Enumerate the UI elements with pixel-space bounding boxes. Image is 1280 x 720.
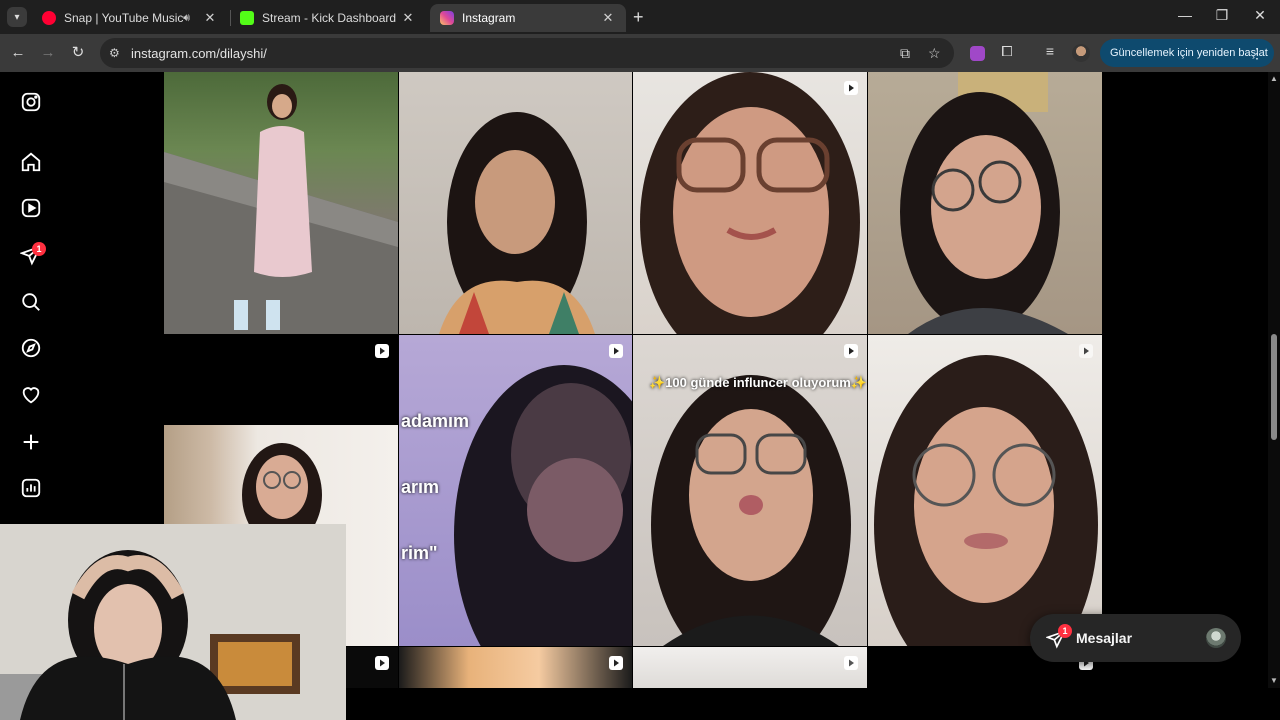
url-text[interactable]: instagram.com/dilayshi/ bbox=[131, 46, 267, 61]
reel-icon bbox=[844, 344, 858, 358]
profile-avatar[interactable] bbox=[1072, 44, 1090, 62]
site-info-icon[interactable]: ⚙ bbox=[109, 46, 120, 60]
tab-title: Stream - Kick Dashboard bbox=[262, 11, 397, 25]
reels-icon[interactable] bbox=[20, 197, 42, 219]
post-thumbnail bbox=[874, 355, 1098, 646]
browser-toolbar: ← → ↻ ⚙ instagram.com/dilayshi/ ⧉ ☆ ⧠ ≡ … bbox=[0, 34, 1280, 72]
tab-title: Snap | YouTube Music bbox=[64, 11, 184, 25]
scroll-up-arrow[interactable]: ▲ bbox=[1270, 74, 1278, 83]
kick-icon bbox=[240, 11, 254, 25]
tab-kick-dashboard[interactable]: Stream - Kick Dashboard ✕ bbox=[230, 4, 426, 32]
explore-icon[interactable] bbox=[20, 337, 42, 359]
tab-instagram[interactable]: Instagram ✕ bbox=[430, 4, 626, 32]
reel-icon bbox=[375, 656, 389, 670]
reel-icon bbox=[844, 656, 858, 670]
post-thumbnail bbox=[439, 112, 595, 334]
new-tab-button[interactable]: + bbox=[633, 8, 644, 26]
reload-button[interactable]: ↻ bbox=[68, 43, 88, 63]
create-icon[interactable] bbox=[20, 431, 42, 453]
post-caption: arım bbox=[401, 477, 440, 497]
bookmark-star-icon[interactable]: ☆ bbox=[928, 45, 941, 62]
post-reel-thinking[interactable] bbox=[868, 72, 1102, 334]
webcam-feed bbox=[0, 524, 346, 720]
search-icon[interactable] bbox=[20, 291, 42, 313]
more-menu-icon[interactable]: ⋮ bbox=[1250, 45, 1264, 62]
messages-label: Mesajlar bbox=[1076, 630, 1133, 646]
page-scrollbar[interactable]: ▲ ▼ bbox=[1268, 72, 1280, 688]
post-reel-influencer[interactable]: ✨100 günde influncer oluyorum✨ bbox=[633, 335, 867, 646]
tab-title: Instagram bbox=[462, 11, 516, 25]
post-caption: adamım bbox=[401, 411, 470, 431]
tab-youtube-music[interactable]: Snap | YouTube Music 🔊︎ ✕ bbox=[32, 4, 228, 32]
tab-bar: ▾ Snap | YouTube Music 🔊︎ ✕ Stream - Kic… bbox=[0, 0, 1280, 34]
home-icon[interactable] bbox=[20, 151, 42, 173]
close-window-button[interactable]: ✕ bbox=[1249, 7, 1271, 24]
address-bar[interactable]: ⚙ instagram.com/dilayshi/ ⧉ ☆ bbox=[100, 38, 954, 68]
scroll-down-arrow[interactable]: ▼ bbox=[1270, 676, 1278, 685]
reel-icon bbox=[375, 344, 389, 358]
post-reel-selfie[interactable] bbox=[633, 72, 867, 334]
post-reel-chimp-meme[interactable]: adamım arım rim" bbox=[399, 335, 632, 646]
notifications-icon[interactable] bbox=[20, 384, 42, 406]
install-app-icon[interactable]: ⧉ bbox=[900, 45, 910, 62]
close-tab-icon[interactable]: ✕ bbox=[600, 10, 616, 26]
bottom-bar bbox=[346, 688, 1280, 720]
restore-button[interactable]: ❐ bbox=[1211, 7, 1233, 24]
post-caption: ✨100 günde influncer oluyorum✨ bbox=[649, 375, 867, 390]
reel-icon bbox=[1079, 344, 1093, 358]
update-restart-button[interactable]: Güncellemek için yeniden başlat ⋮ bbox=[1100, 39, 1274, 67]
update-button-label: Güncellemek için yeniden başlat bbox=[1110, 47, 1268, 59]
tab-search-button[interactable]: ▾ bbox=[7, 7, 27, 27]
messages-badge: 1 bbox=[32, 242, 46, 256]
youtube-music-icon bbox=[42, 11, 56, 25]
media-controls-icon[interactable]: ≡ bbox=[1040, 43, 1060, 59]
extension-icon[interactable] bbox=[970, 46, 985, 61]
forward-button[interactable]: → bbox=[38, 43, 58, 63]
post-thumbnail bbox=[164, 84, 398, 334]
close-tab-icon[interactable]: ✕ bbox=[400, 10, 416, 26]
scroll-thumb[interactable] bbox=[1271, 334, 1277, 440]
messages-button[interactable]: 1 Mesajlar bbox=[1030, 614, 1241, 662]
post-thumbnail bbox=[900, 72, 1068, 334]
post-reel-row3[interactable] bbox=[633, 647, 867, 688]
reel-icon bbox=[844, 81, 858, 95]
post-reel-talking[interactable] bbox=[399, 72, 632, 334]
webcam-overlay bbox=[0, 524, 346, 720]
post-reel-round-glasses[interactable] bbox=[868, 335, 1102, 646]
avatar bbox=[1206, 628, 1226, 648]
post-reel-row3[interactable] bbox=[399, 647, 632, 688]
post-photo-bridge[interactable] bbox=[164, 72, 398, 334]
post-thumbnail bbox=[640, 72, 860, 334]
audio-playing-icon[interactable]: 🔊︎ bbox=[183, 12, 190, 25]
dashboard-icon[interactable] bbox=[20, 477, 42, 499]
reel-icon bbox=[609, 344, 623, 358]
reel-icon bbox=[609, 656, 623, 670]
instagram-icon bbox=[440, 11, 454, 25]
messages-badge: 1 bbox=[1058, 624, 1072, 638]
minimize-button[interactable]: — bbox=[1174, 7, 1196, 23]
post-caption: rim" bbox=[401, 543, 438, 563]
instagram-logo-icon[interactable] bbox=[20, 91, 42, 113]
close-tab-icon[interactable]: ✕ bbox=[202, 10, 218, 26]
back-button[interactable]: ← bbox=[8, 43, 28, 63]
extensions-puzzle-icon[interactable]: ⧠ bbox=[997, 43, 1017, 60]
